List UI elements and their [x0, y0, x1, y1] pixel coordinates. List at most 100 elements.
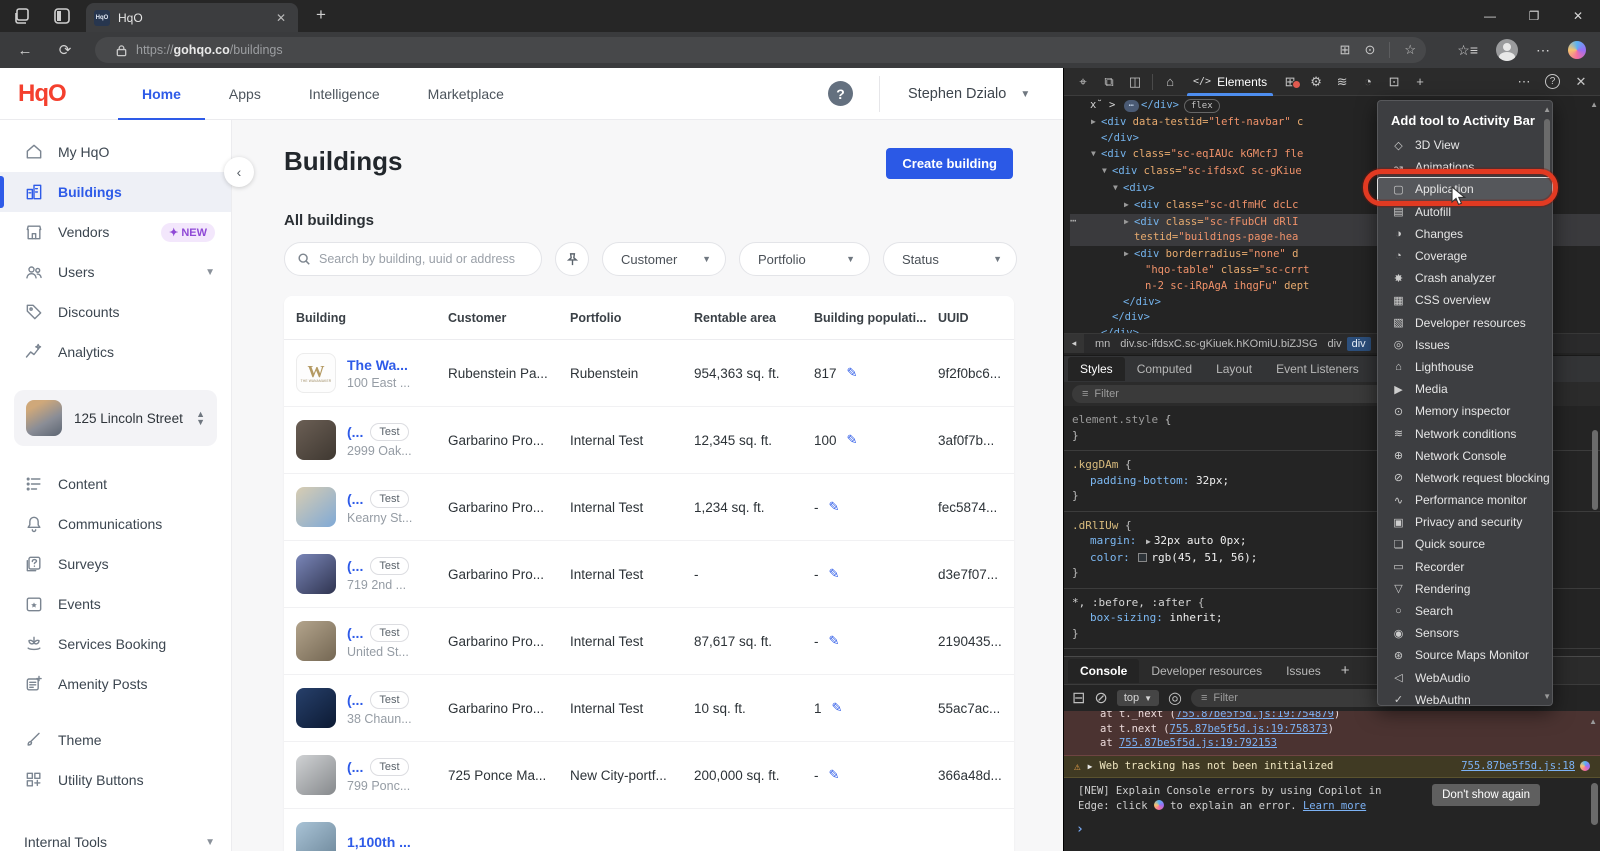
styles-tab-styles[interactable]: Styles [1068, 357, 1125, 381]
browser-profile-avatar[interactable] [1496, 39, 1518, 61]
menu-item-sensors[interactable]: ◉ Sensors [1378, 622, 1552, 644]
color-swatch[interactable] [1138, 552, 1148, 562]
menu-item-css-overview[interactable]: ▦ CSS overview [1378, 289, 1552, 311]
filter-select-customer[interactable]: Customer ▼ [602, 242, 726, 276]
add-tool-plus-button[interactable]: + [1407, 74, 1433, 89]
create-building-button[interactable]: Create building [886, 148, 1013, 179]
sidebar-item-internal-tools[interactable]: Internal Tools ▼ [0, 822, 231, 851]
building-name-link[interactable]: (... [347, 491, 363, 507]
stack-source-link[interactable]: 755.87be5f5d.js:19:792153 [1119, 737, 1277, 749]
menu-item-developer-resources[interactable]: ▧ Developer resources [1378, 312, 1552, 334]
table-row[interactable]: W THE WANAMAKER The Wa... 100 East ... Ruben… [284, 340, 1014, 407]
scroll-up-icon[interactable]: ▲ [1590, 100, 1598, 109]
column-header[interactable]: Building populati... [814, 311, 938, 325]
scrollbar-thumb[interactable] [1592, 430, 1598, 510]
edit-pencil-icon[interactable]: ✎ [847, 432, 858, 448]
sidebar-item-buildings[interactable]: Buildings [0, 172, 231, 212]
sidebar-item-discounts[interactable]: Discounts [0, 292, 231, 332]
window-close-button[interactable]: ✕ [1556, 0, 1600, 32]
edit-pencil-icon[interactable]: ✎ [832, 700, 843, 716]
sidebar-item-events[interactable]: Events [0, 584, 231, 624]
tree-arrow-icon[interactable]: ▶ [1124, 214, 1134, 230]
edit-pencil-icon[interactable]: ✎ [829, 566, 840, 582]
table-row[interactable]: (... Test Kearny St... Garbarino Pro... Inte… [284, 474, 1014, 541]
stack-frame[interactable]: at t._next (755.87be5f5d.js:19:754879) [1100, 711, 1592, 722]
table-row[interactable]: (... Test United St... Garbarino Pro... Inte… [284, 608, 1014, 675]
column-header[interactable]: UUID [938, 311, 1002, 325]
console-sidebar-icon[interactable]: ⊟ [1072, 688, 1085, 708]
building-name-link[interactable]: 1,100th ... [347, 834, 411, 850]
pin-filter-button[interactable] [555, 242, 589, 276]
table-row[interactable]: 1,100th ... [284, 809, 1014, 851]
debugger-bug-icon[interactable]: ⚙ [1303, 74, 1329, 90]
table-row[interactable]: (... Test 38 Chaun... Garbarino Pro... Inter… [284, 675, 1014, 742]
nav-link-home[interactable]: Home [118, 68, 205, 120]
menu-item-crash-analyzer[interactable]: ✸ Crash analyzer [1378, 267, 1552, 289]
hqo-logo[interactable]: HqO [18, 80, 67, 108]
table-row[interactable]: (... Test 799 Ponc... 725 Ponce Ma... New Ci… [284, 742, 1014, 809]
building-name-link[interactable]: The Wa... [347, 357, 408, 373]
console-tab-issues[interactable]: Issues [1274, 659, 1333, 683]
menu-item-memory-inspector[interactable]: ⊙ Memory inspector [1378, 400, 1552, 422]
sidebar-item-vendors[interactable]: Vendors ✦ NEW [0, 212, 231, 252]
sidebar-item-my-hqo[interactable]: My HqO [0, 132, 231, 172]
menu-item-webauthn[interactable]: ✓ WebAuthn [1378, 689, 1552, 711]
tree-arrow-icon[interactable]: ▶ [1124, 246, 1134, 262]
dock-side-icon[interactable]: ◫ [1122, 74, 1148, 90]
performance-icon[interactable]: ◔ [1355, 74, 1381, 89]
device-emulation-icon[interactable]: ⧉ [1096, 74, 1122, 90]
sidebar-item-amenity-posts[interactable]: Amenity Posts [0, 664, 231, 704]
tree-arrow-icon[interactable]: ▶ [1124, 197, 1134, 213]
sidebar-item-theme[interactable]: Theme [0, 720, 231, 760]
collapsed-children-pill[interactable]: ⋯ [1123, 100, 1140, 112]
filter-select-status[interactable]: Status ▼ [883, 242, 1017, 276]
favorites-icon[interactable]: ☆≡ [1457, 42, 1478, 59]
menu-item-network-conditions[interactable]: ≋ Network conditions [1378, 422, 1552, 444]
styles-tab-computed[interactable]: Computed [1125, 357, 1204, 381]
devtools-scrollbar[interactable]: ▲ [1590, 100, 1599, 650]
menu-item-coverage[interactable]: ◔ Coverage [1378, 245, 1552, 267]
tab-elements[interactable]: </> Elements [1183, 68, 1277, 96]
sidebar-item-services-booking[interactable]: Services Booking [0, 624, 231, 664]
new-tab-button[interactable]: + [316, 5, 326, 25]
copilot-icon[interactable] [1568, 41, 1586, 59]
console-scrollbar[interactable]: ▲ [1589, 717, 1598, 843]
stack-source-link[interactable]: 755.87be5f5d.js:19:754879 [1176, 711, 1334, 720]
column-header[interactable]: Customer [448, 311, 570, 325]
nav-link-marketplace[interactable]: Marketplace [404, 68, 528, 120]
tree-arrow-icon[interactable]: ▼ [1102, 163, 1112, 179]
dont-show-again-button[interactable]: Don't show again [1432, 783, 1540, 806]
browser-settings-icon[interactable]: ⋯ [1536, 42, 1550, 59]
edit-pencil-icon[interactable]: ✎ [829, 499, 840, 515]
console-tab-console[interactable]: Console [1068, 658, 1140, 683]
scroll-up-icon[interactable]: ▲ [1589, 717, 1597, 726]
devtools-help-icon[interactable]: ? [1545, 74, 1560, 89]
expand-arrow-icon[interactable]: ▶ [1088, 762, 1093, 771]
sidebar-item-communications[interactable]: Communications [0, 504, 231, 544]
menu-item-quick-source[interactable]: ❏ Quick source [1378, 533, 1552, 555]
menu-item-recorder[interactable]: ▭ Recorder [1378, 556, 1552, 578]
menu-item-network-console[interactable]: ⊕ Network Console [1378, 445, 1552, 467]
console-eye-icon[interactable]: ◎ [1168, 688, 1182, 708]
table-row[interactable]: (... Test 2999 Oak... Garbarino Pro... Inter… [284, 407, 1014, 474]
edit-pencil-icon[interactable]: ✎ [829, 767, 840, 783]
building-selector[interactable]: 125 Lincoln Street ▲ ▼ [14, 390, 217, 446]
building-name-link[interactable]: (... [347, 558, 363, 574]
network-icon[interactable]: ≋ [1329, 74, 1355, 90]
user-menu[interactable]: Stephen Dzialo ▼ [908, 68, 1030, 120]
sidebar-item-analytics[interactable]: Analytics [0, 332, 231, 372]
nav-link-intelligence[interactable]: Intelligence [285, 68, 404, 120]
inspect-element-icon[interactable]: ⌖ [1070, 74, 1096, 90]
back-button[interactable]: ← [14, 39, 36, 61]
menu-item-source-maps-monitor[interactable]: ⊛ Source Maps Monitor [1378, 644, 1552, 666]
column-header[interactable]: Rentable area [694, 311, 814, 325]
menu-item-webaudio[interactable]: ◁ WebAudio [1378, 667, 1552, 689]
split-screen-icon[interactable]: ⊞ [1340, 42, 1351, 58]
window-minimize-button[interactable]: — [1468, 0, 1512, 32]
scroll-up-icon[interactable]: ▲ [1543, 105, 1551, 114]
console-tool-icon[interactable]: ⊞ [1277, 74, 1303, 90]
tree-arrow-icon[interactable]: ▶ [1091, 114, 1101, 130]
building-name-link[interactable]: (... [347, 424, 363, 440]
refresh-button[interactable]: ⟳ [54, 39, 76, 61]
console-clear-icon[interactable]: ⊘ [1094, 688, 1107, 708]
